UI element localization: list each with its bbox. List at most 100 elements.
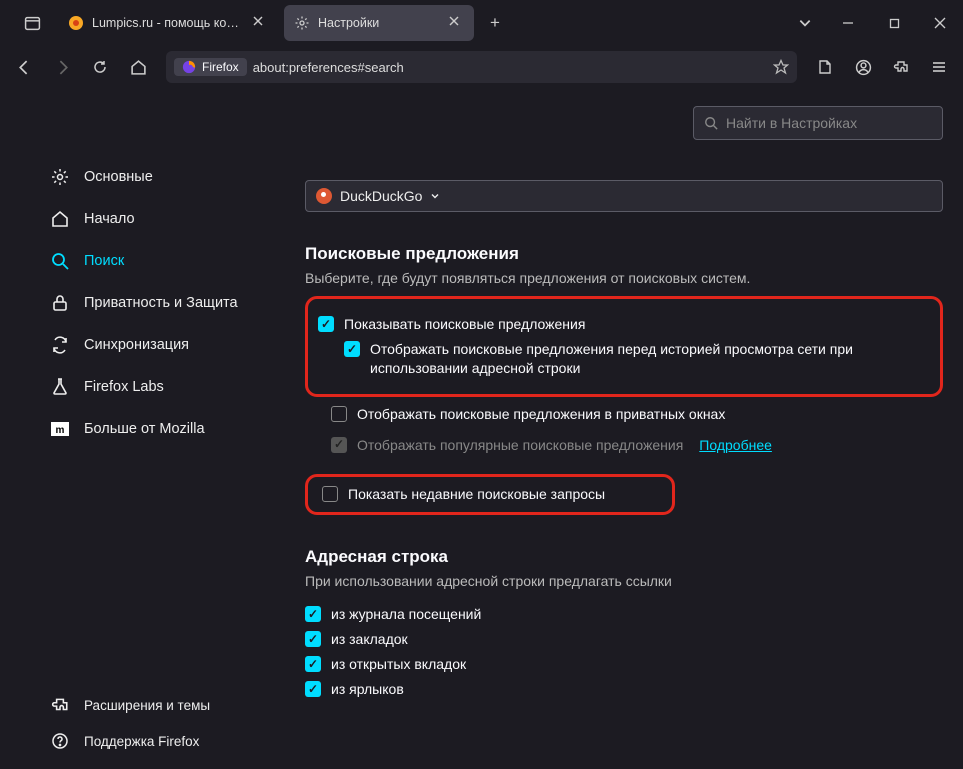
sidebar-item-privacy[interactable]: Приватность и Защита [48, 284, 265, 322]
checkbox-recent-searches[interactable]: Показать недавние поисковые запросы [322, 485, 658, 504]
sidebar-item-label: Поиск [84, 253, 124, 269]
search-icon [50, 251, 70, 271]
lock-icon [50, 293, 70, 313]
sidebar-item-search[interactable]: Поиск [48, 242, 265, 280]
checkbox-urlbar-history[interactable]: ✓ из журнала посещений [305, 605, 943, 624]
favicon-lumpics [68, 15, 84, 31]
checkbox-label: из ярлыков [331, 680, 404, 699]
placeholder-text: Найти в Настройках [726, 115, 857, 131]
sidebar-item-home[interactable]: Начало [48, 200, 265, 238]
checkbox-icon: ✓ [318, 316, 334, 332]
checkbox-show-suggestions[interactable]: ✓ Показывать поисковые предложения [318, 315, 928, 334]
main-panel: Найти в Настройках DuckDuckGo Поисковые … [265, 88, 963, 769]
checkbox-label: из журнала посещений [331, 605, 481, 624]
puzzle-icon [50, 695, 70, 715]
engine-name: DuckDuckGo [340, 188, 422, 204]
home-button[interactable] [122, 51, 154, 83]
firefox-icon [182, 60, 196, 74]
checkbox-icon [322, 486, 338, 502]
checkbox-label: из открытых вкладок [331, 655, 466, 674]
app-menu-button[interactable] [923, 51, 955, 83]
tab-strip: Lumpics.ru - помощь компь Настройки + [58, 5, 510, 41]
svg-text:m: m [56, 425, 65, 436]
window-controls [825, 0, 963, 46]
tab-label: Lumpics.ru - помощь компь [92, 16, 244, 30]
list-all-tabs-button[interactable] [785, 16, 825, 30]
help-icon [50, 731, 70, 751]
duckduckgo-icon [316, 188, 332, 204]
tab-settings[interactable]: Настройки [284, 5, 474, 41]
flask-icon [50, 377, 70, 397]
reload-button[interactable] [84, 51, 116, 83]
mozilla-icon: m [50, 419, 70, 439]
account-button[interactable] [847, 51, 879, 83]
checkbox-label: Показать недавние поисковые запросы [348, 485, 605, 504]
sidebar-item-more-mozilla[interactable]: m Больше от Mozilla [48, 410, 265, 448]
checkbox-label: Отображать популярные поисковые предложе… [357, 436, 683, 455]
bookmark-star-icon[interactable] [773, 59, 789, 75]
url-bar[interactable]: Firefox about:preferences#search [166, 51, 797, 83]
sidebar-item-label: Приватность и Защита [84, 295, 238, 311]
preferences-page: Основные Начало Поиск Приватность и Защи… [0, 88, 963, 769]
section-title-suggestions: Поисковые предложения [305, 244, 943, 264]
section-subtitle: При использовании адресной строки предла… [305, 573, 943, 589]
checkbox-label: Отображать поисковые предложения перед и… [370, 340, 928, 378]
section-subtitle: Выберите, где будут появляться предложен… [305, 270, 943, 286]
extensions-button[interactable] [885, 51, 917, 83]
sidebar-item-general[interactable]: Основные [48, 158, 265, 196]
spaces-button[interactable] [14, 5, 50, 41]
learn-more-link[interactable]: Подробнее [699, 436, 772, 455]
sidebar-item-extensions[interactable]: Расширения и темы [48, 689, 218, 721]
minimize-button[interactable] [825, 0, 871, 46]
close-icon[interactable] [252, 15, 268, 31]
sidebar-item-label: Поддержка Firefox [84, 734, 199, 749]
checkbox-urlbar-bookmarks[interactable]: ✓ из закладок [305, 630, 943, 649]
identity-badge[interactable]: Firefox [174, 58, 247, 76]
checkbox-icon [331, 406, 347, 422]
checkbox-suggestions-private[interactable]: Отображать поисковые предложения в прива… [331, 405, 943, 424]
back-button[interactable] [8, 51, 40, 83]
sidebar-item-label: Основные [84, 169, 153, 185]
new-tab-button[interactable]: + [480, 5, 510, 41]
downloads-button[interactable] [809, 51, 841, 83]
checkbox-suggestions-before-history[interactable]: ✓ Отображать поисковые предложения перед… [344, 340, 928, 378]
sync-icon [50, 335, 70, 355]
checkbox-urlbar-opentabs[interactable]: ✓ из открытых вкладок [305, 655, 943, 674]
checkbox-icon: ✓ [331, 437, 347, 453]
sidebar-item-labs[interactable]: Firefox Labs [48, 368, 265, 406]
sidebar-item-label: Расширения и темы [84, 698, 210, 713]
category-sidebar: Основные Начало Поиск Приватность и Защи… [0, 88, 265, 769]
checkbox-icon: ✓ [305, 631, 321, 647]
tab-lumpics[interactable]: Lumpics.ru - помощь компь [58, 5, 278, 41]
checkbox-icon: ✓ [305, 681, 321, 697]
default-engine-select[interactable]: DuckDuckGo [305, 180, 943, 212]
titlebar: Lumpics.ru - помощь компь Настройки + [0, 0, 963, 46]
sidebar-item-label: Начало [84, 211, 135, 227]
sidebar-item-sync[interactable]: Синхронизация [48, 326, 265, 364]
gear-icon [50, 167, 70, 187]
section-title-urlbar: Адресная строка [305, 547, 943, 567]
checkbox-label: из закладок [331, 630, 408, 649]
maximize-button[interactable] [871, 0, 917, 46]
settings-search-input[interactable]: Найти в Настройках [693, 106, 943, 140]
tab-label: Настройки [318, 16, 440, 30]
sidebar-item-label: Firefox Labs [84, 379, 164, 395]
close-window-button[interactable] [917, 0, 963, 46]
checkbox-icon: ✓ [344, 341, 360, 357]
home-icon [50, 209, 70, 229]
gear-icon [294, 15, 310, 31]
checkbox-icon: ✓ [305, 606, 321, 622]
forward-button[interactable] [46, 51, 78, 83]
identity-label: Firefox [202, 60, 239, 74]
close-icon[interactable] [448, 15, 464, 31]
sidebar-item-label: Больше от Mozilla [84, 421, 205, 437]
checkbox-label: Отображать поисковые предложения в прива… [357, 405, 725, 424]
checkbox-label: Показывать поисковые предложения [344, 315, 585, 334]
checkbox-icon: ✓ [305, 656, 321, 672]
nav-toolbar: Firefox about:preferences#search [0, 46, 963, 88]
highlight-suggestions: ✓ Показывать поисковые предложения ✓ Ото… [305, 296, 943, 397]
highlight-recent-searches: Показать недавние поисковые запросы [305, 474, 675, 515]
address-text: about:preferences#search [253, 60, 767, 75]
checkbox-urlbar-shortcuts[interactable]: ✓ из ярлыков [305, 680, 943, 699]
sidebar-item-support[interactable]: Поддержка Firefox [48, 725, 218, 757]
